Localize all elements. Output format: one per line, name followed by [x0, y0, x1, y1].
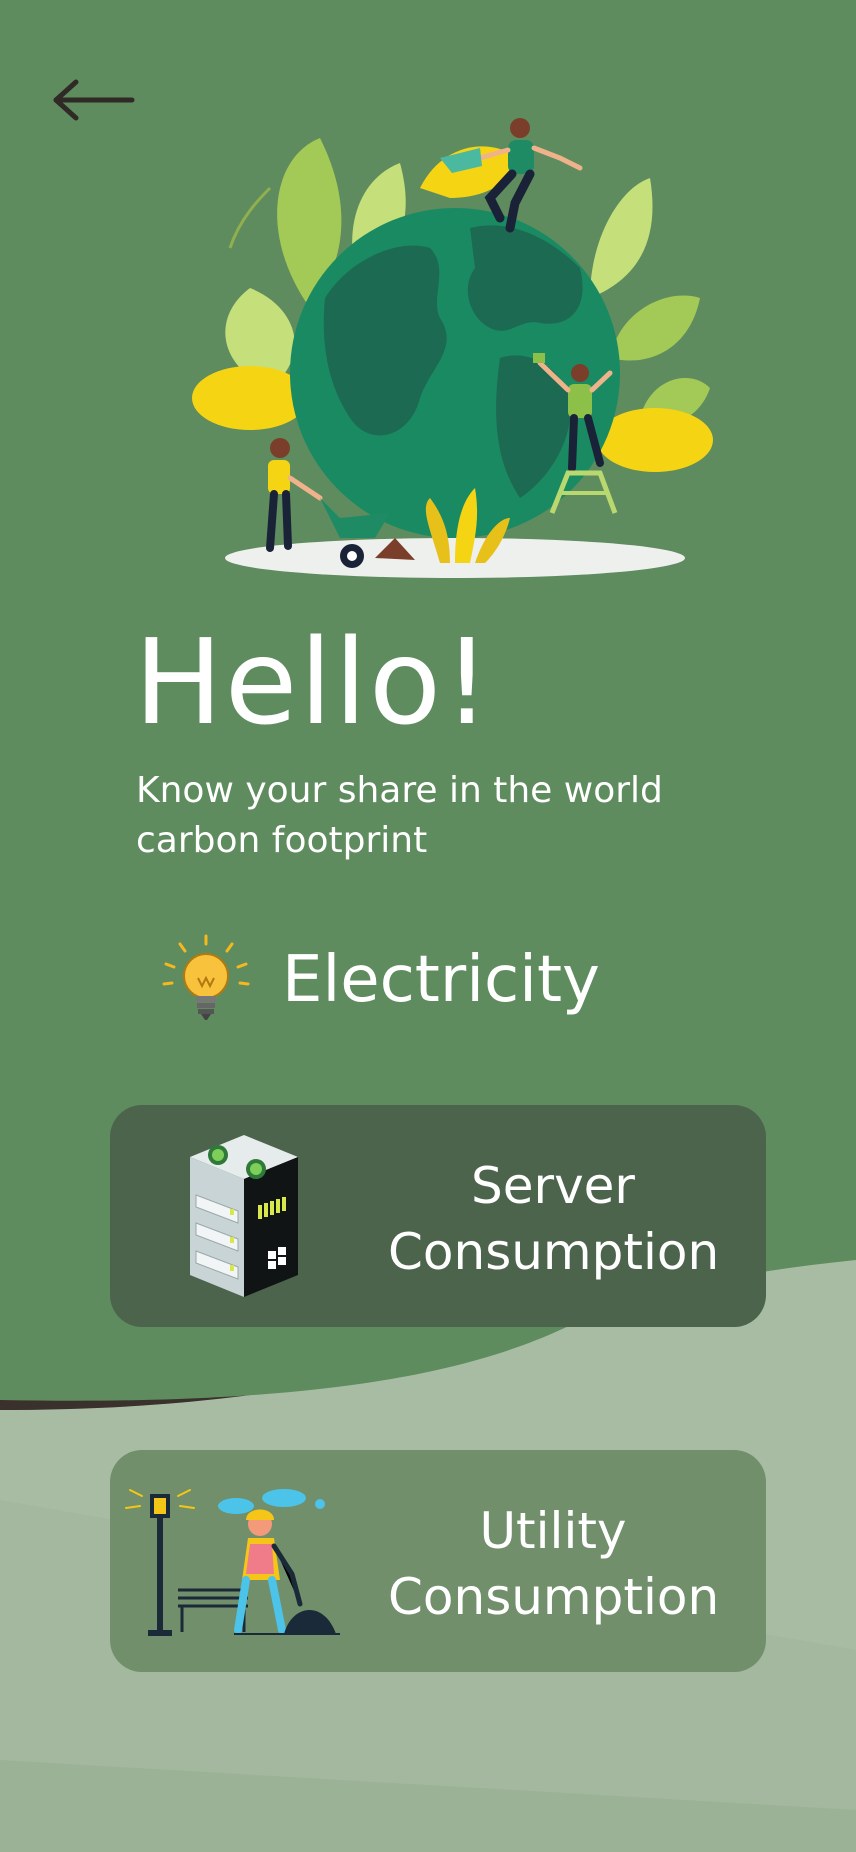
electricity-header: Electricity	[160, 930, 660, 1030]
utility-consumption-label: Utility Consumption	[388, 1502, 720, 1626]
lightbulb-icon	[162, 934, 250, 1020]
server-consumption-card[interactable]: Server Consumption	[110, 1105, 766, 1327]
utility-consumption-card[interactable]: Utility Consumption	[110, 1450, 766, 1672]
electricity-label: Electricity	[282, 943, 600, 1017]
greeting-subtitle: Know your share in the world carbon foot…	[136, 770, 663, 861]
earth-illustration	[192, 118, 713, 578]
utility-worker-icon	[125, 1489, 340, 1636]
server-rack-icon	[190, 1135, 298, 1297]
arrow-left-icon	[53, 79, 135, 121]
server-consumption-label: Server Consumption	[388, 1157, 720, 1281]
back-button[interactable]	[48, 70, 148, 130]
greeting-title: Hello!	[134, 613, 493, 751]
